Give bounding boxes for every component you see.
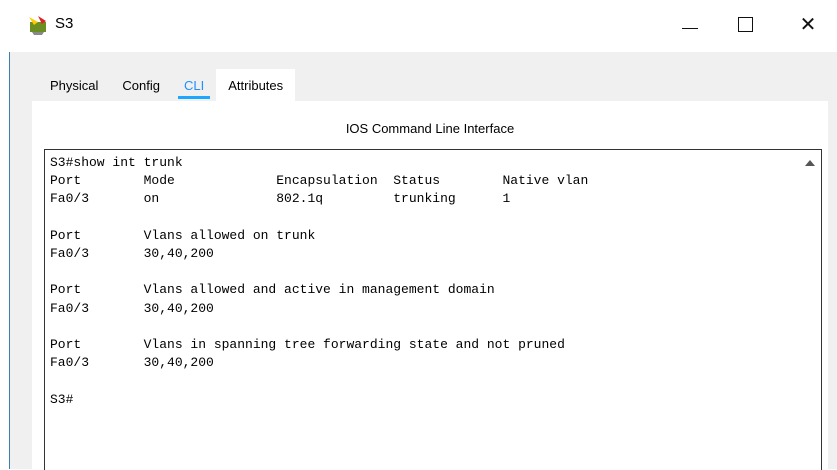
cli-line: Fa0/3 30,40,200 xyxy=(50,246,214,262)
tab-attributes[interactable]: Attributes xyxy=(216,69,296,101)
cli-line: Port Vlans allowed and active in managem… xyxy=(50,282,495,298)
cli-line: Fa0/3 30,40,200 xyxy=(50,355,214,371)
tab-physical[interactable]: Physical xyxy=(38,69,110,101)
tab-bar: Physical Config CLI Attributes xyxy=(38,69,296,101)
tab-label: CLI xyxy=(184,77,205,93)
cli-line: Port Vlans in spanning tree forwarding s… xyxy=(50,337,565,353)
cli-output[interactable]: S3#show int trunk Port Mode Encapsulation… xyxy=(50,154,790,409)
tab-label: Attributes xyxy=(228,77,284,93)
cli-line: S3# xyxy=(50,391,74,407)
device-window: S3 ✕ Physical Config CLI Attributes IOS … xyxy=(0,0,837,470)
minimize-button[interactable] xyxy=(667,0,713,48)
device-panel: Physical Config CLI Attributes IOS Comma… xyxy=(10,52,837,470)
cli-line xyxy=(50,372,790,390)
cli-line: Port Mode Encapsulation Status Native vl… xyxy=(50,173,589,189)
cli-tab-content: IOS Command Line Interface S3#show int t… xyxy=(32,101,828,470)
title-bar[interactable]: S3 ✕ xyxy=(0,0,837,50)
app-icon xyxy=(29,16,46,35)
close-icon: ✕ xyxy=(799,12,817,36)
cli-line xyxy=(50,209,790,227)
cli-line: Port Vlans allowed on trunk xyxy=(50,227,316,243)
window-title: S3 xyxy=(55,15,74,32)
cli-console[interactable]: S3#show int trunk Port Mode Encapsulation… xyxy=(44,149,822,470)
cli-line: S3#show int trunk xyxy=(50,155,183,170)
tab-cli[interactable]: CLI xyxy=(172,69,216,101)
tab-label: Config xyxy=(122,77,160,93)
cli-line xyxy=(50,318,790,336)
tab-config[interactable]: Config xyxy=(110,69,172,101)
cli-line: Fa0/3 30,40,200 xyxy=(50,300,214,316)
tab-label: Physical xyxy=(50,77,99,93)
selected-tab-underline xyxy=(178,96,211,99)
page-title: IOS Command Line Interface xyxy=(345,121,515,136)
scroll-up-arrow-icon[interactable] xyxy=(805,160,815,166)
vertical-scrollbar[interactable] xyxy=(801,150,821,470)
minimize-icon xyxy=(682,27,698,29)
close-button[interactable]: ✕ xyxy=(785,0,831,48)
cli-line: Fa0/3 on 802.1q trunking 1 xyxy=(50,191,511,207)
maximize-button[interactable] xyxy=(722,0,768,48)
maximize-icon xyxy=(737,16,753,32)
cli-line xyxy=(50,263,790,281)
